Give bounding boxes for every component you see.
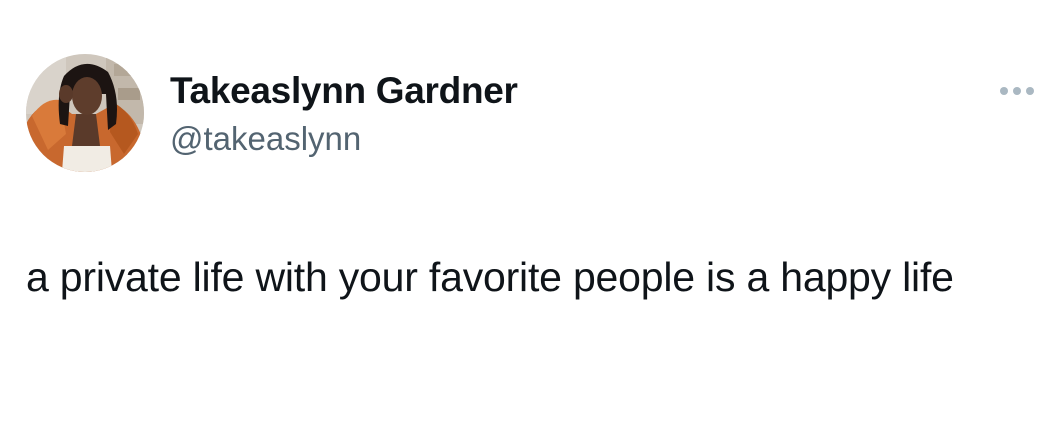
more-horizontal-icon-dot — [1026, 87, 1034, 95]
profile-photo-icon — [26, 54, 144, 172]
more-horizontal-icon-dot — [1013, 87, 1021, 95]
tweet-card: Takeaslynn Gardner @takeaslynn a private… — [0, 0, 1051, 430]
more-horizontal-icon — [1000, 87, 1008, 95]
author-display-name[interactable]: Takeaslynn Gardner — [170, 70, 518, 112]
tweet-text: a private life with your favorite people… — [26, 254, 954, 300]
more-options-button[interactable] — [1000, 78, 1048, 104]
avatar[interactable] — [26, 54, 144, 172]
author-handle[interactable]: @takeaslynn — [170, 120, 361, 158]
